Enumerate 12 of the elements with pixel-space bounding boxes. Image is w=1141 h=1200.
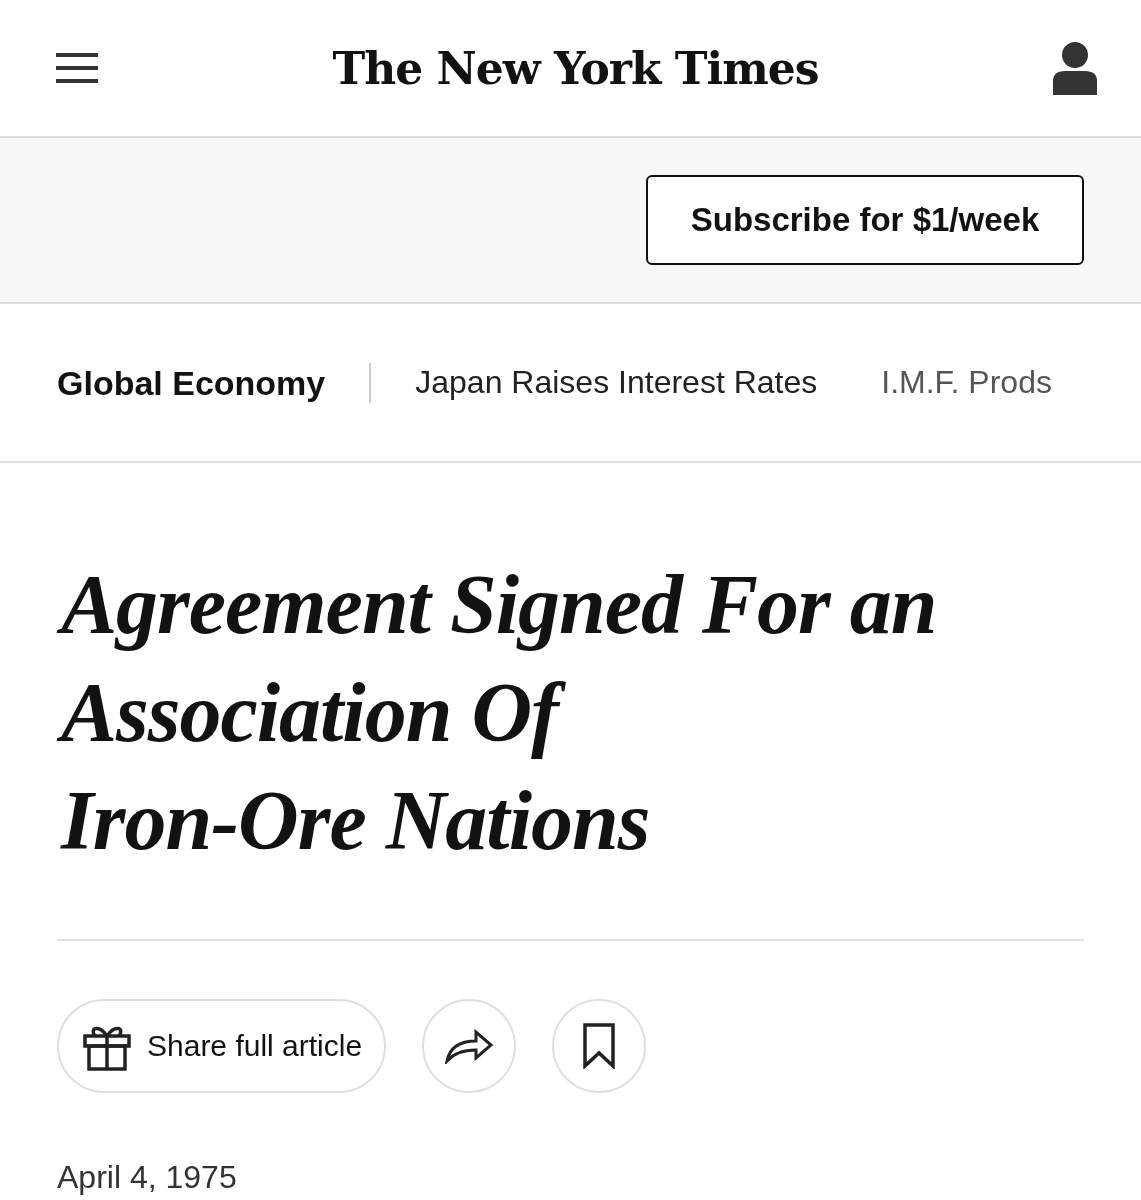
bookmark-icon	[583, 1023, 616, 1069]
share-button[interactable]: Share full article	[57, 999, 387, 1093]
subscribe-button[interactable]: Subscribe for $1/week	[646, 175, 1084, 265]
publish-date: April 4, 1975	[57, 1159, 238, 1196]
nav-link[interactable]: I.M.F. Prods	[881, 364, 1052, 401]
logo[interactable]: The New York Times	[332, 42, 819, 94]
forward-arrow-icon	[444, 1028, 495, 1064]
nav-link[interactable]: Japan Raises Interest Rates	[415, 364, 818, 401]
menu-icon[interactable]	[56, 53, 98, 83]
section-link[interactable]: Global Economy	[57, 362, 372, 403]
user-icon[interactable]	[1053, 41, 1097, 95]
headline: Agreement Signed For an Association Of Iron-Ore Nations	[57, 545, 951, 881]
